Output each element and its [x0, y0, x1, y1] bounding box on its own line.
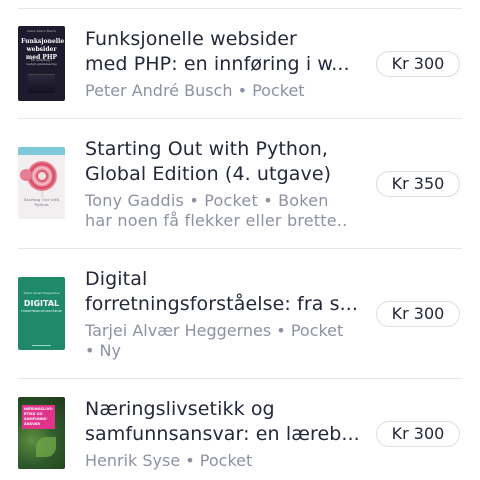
list-item-book-3[interactable]: Tarjei Alvær Heggernes DIGITAL FORRETNIN…: [0, 249, 480, 377]
book-cover-1[interactable]: Peter André Busch Funksjonelle websider …: [18, 26, 65, 101]
book-title-1[interactable]: Funksjonelle websider med PHP: en innfør…: [85, 27, 360, 77]
cover-2-stick: [41, 191, 43, 197]
list-item-book-2[interactable]: Starting Out with Python Starting Out wi…: [0, 119, 480, 247]
book-title-4[interactable]: Næringslivsetikk og samfunnsansvar: en l…: [85, 397, 360, 447]
cover-1-subtitle: En innføring i webprogrammering: [26, 58, 57, 66]
list-item-book-1[interactable]: Peter André Busch Funksjonelle websider …: [0, 0, 480, 118]
book-title-3[interactable]: Digital forretningsforståelse: fra s...: [85, 267, 360, 317]
cover-3-bottom-line: [32, 345, 51, 346]
cover-3-subtitle: FORRETNINGSFORSTÅELSE: [21, 309, 62, 313]
book-meta-4: Henrik Syse • Pocket: [85, 451, 253, 470]
cover-1-graphic: [28, 74, 55, 93]
book-cover-4[interactable]: NÆRINGSLIVS-ETIKK OG SAMFUNNS-ANSVAR: [18, 397, 65, 469]
cover-3-title: DIGITAL: [23, 299, 60, 308]
price-badge-2[interactable]: Kr 350: [376, 171, 460, 197]
price-badge-4[interactable]: Kr 300: [376, 421, 460, 447]
book-meta-3: Tarjei Alvær Heggernes • Pocket • Ny: [85, 321, 344, 360]
lollipop-graphic-2: [20, 169, 32, 181]
book-cover-3[interactable]: Tarjei Alvær Heggernes DIGITAL FORRETNIN…: [18, 277, 65, 350]
cover-2-title: Starting Out with Python: [23, 197, 60, 207]
price-badge-3[interactable]: Kr 300: [376, 301, 460, 327]
book-title-2[interactable]: Starting Out with Python, Global Edition…: [85, 137, 360, 187]
cover-3-author: Tarjei Alvær Heggernes: [23, 291, 60, 295]
price-badge-1[interactable]: Kr 300: [376, 51, 460, 77]
list-item-book-4[interactable]: NÆRINGSLIVS-ETIKK OG SAMFUNNS-ANSVAR Nær…: [0, 379, 480, 480]
cover-4-leaf: [36, 437, 56, 457]
cover-4-title: NÆRINGSLIVS-ETIKK OG SAMFUNNS-ANSVAR: [24, 407, 54, 426]
cover-2-top-band: [18, 147, 65, 155]
book-cover-2[interactable]: Starting Out with Python: [18, 147, 65, 219]
cover-1-author: Peter André Busch: [27, 29, 56, 33]
book-meta-2: Tony Gaddis • Pocket • Boken har noen få…: [85, 191, 348, 230]
book-meta-1: Peter André Busch • Pocket: [85, 81, 305, 100]
